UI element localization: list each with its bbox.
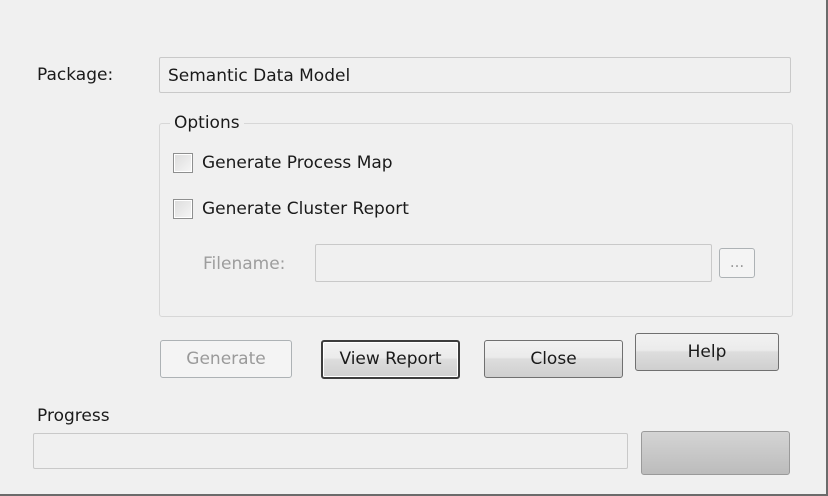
progress-label: Progress (37, 406, 110, 426)
generate-button[interactable]: Generate (160, 340, 292, 378)
browse-button[interactable]: ... (719, 248, 755, 278)
progress-action-button[interactable] (641, 431, 790, 475)
generate-process-map-label[interactable]: Generate Process Map (202, 153, 393, 173)
package-value: Semantic Data Model (168, 66, 351, 86)
filename-field[interactable] (315, 244, 712, 282)
package-label: Package: (37, 65, 114, 85)
help-button[interactable]: Help (635, 333, 779, 371)
browse-ellipsis-icon: ... (729, 253, 745, 271)
close-button[interactable]: Close (484, 340, 623, 378)
progress-bar (33, 433, 628, 469)
filename-label: Filename: (203, 254, 286, 274)
options-title: Options (170, 113, 244, 133)
generate-process-map-checkbox[interactable] (173, 153, 193, 173)
package-field: Semantic Data Model (159, 57, 791, 93)
generate-cluster-report-label[interactable]: Generate Cluster Report (202, 199, 409, 219)
view-report-button[interactable]: View Report (321, 340, 460, 379)
generate-cluster-report-checkbox[interactable] (173, 199, 193, 219)
analyzer-dialog: Package: Semantic Data Model Options Gen… (0, 0, 828, 496)
